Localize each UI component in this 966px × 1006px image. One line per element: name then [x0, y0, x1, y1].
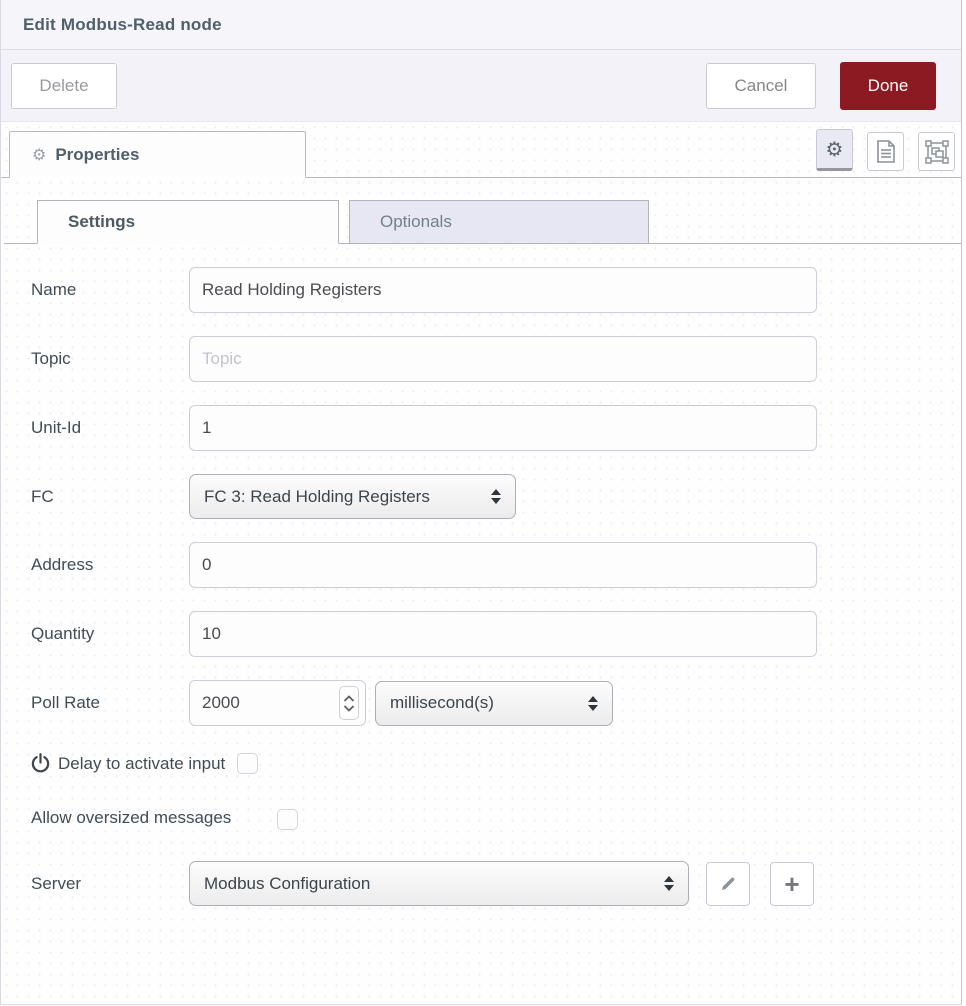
oversized-row: Allow oversized messages	[31, 801, 961, 834]
quantity-label: Quantity	[31, 624, 189, 644]
unit-id-input[interactable]	[189, 405, 817, 451]
select-arrows-icon	[491, 489, 501, 504]
appearance-icon	[925, 140, 949, 164]
fc-row: FC FC 3: Read Holding Registers	[31, 474, 961, 519]
tab-properties[interactable]: ⚙ Properties	[9, 131, 306, 178]
gear-icon: ⚙	[826, 137, 844, 161]
quantity-row: Quantity	[31, 611, 961, 657]
dialog-header: Edit Modbus-Read node	[1, 0, 961, 50]
server-select-value: Modbus Configuration	[204, 874, 654, 894]
editor-icon-buttons: ⚙	[816, 129, 955, 177]
properties-panel: Settings Optionals Name Topic Unit-Id	[1, 178, 961, 906]
delay-checkbox[interactable]	[237, 753, 258, 774]
unit-id-row: Unit-Id	[31, 405, 961, 451]
description-icon	[876, 140, 896, 164]
poll-rate-label: Poll Rate	[31, 693, 189, 713]
edit-server-button[interactable]	[706, 862, 750, 906]
appearance-button[interactable]	[918, 132, 955, 171]
plus-icon: +	[784, 871, 799, 897]
server-select[interactable]: Modbus Configuration	[189, 861, 689, 906]
name-input[interactable]	[189, 267, 817, 313]
oversized-checkbox[interactable]	[277, 809, 298, 830]
select-arrows-icon	[588, 696, 598, 711]
address-input[interactable]	[189, 542, 817, 588]
fc-label: FC	[31, 487, 189, 507]
tab-optionals[interactable]: Optionals	[349, 200, 649, 244]
name-label: Name	[31, 280, 189, 300]
power-icon	[31, 753, 50, 774]
fc-select-value: FC 3: Read Holding Registers	[204, 487, 481, 507]
add-server-button[interactable]: +	[770, 862, 814, 906]
edit-node-dialog: Edit Modbus-Read node Delete Cancel Done…	[0, 0, 962, 1005]
topic-row: Topic	[31, 336, 961, 382]
delay-label: Delay to activate input	[58, 754, 225, 774]
topic-input[interactable]	[189, 336, 817, 382]
server-row: Server Modbus Configuration +	[31, 861, 961, 906]
done-button[interactable]: Done	[840, 62, 936, 110]
optionals-tab-label: Optionals	[380, 212, 452, 232]
editor-body: ⚙ Properties ⚙	[1, 122, 961, 1004]
delete-button[interactable]: Delete	[11, 63, 117, 109]
oversized-label: Allow oversized messages	[31, 801, 277, 834]
cancel-button[interactable]: Cancel	[706, 63, 816, 109]
stepper-icon[interactable]	[339, 686, 359, 720]
poll-rate-input-wrap	[189, 680, 366, 726]
unit-id-label: Unit-Id	[31, 418, 189, 438]
poll-rate-unit-value: millisecond(s)	[390, 693, 578, 713]
editor-tab-bar: ⚙ Properties ⚙	[1, 122, 961, 178]
poll-rate-row: Poll Rate millisecond(s)	[31, 680, 961, 726]
name-row: Name	[31, 267, 961, 313]
properties-tab-label: Properties	[55, 145, 139, 165]
description-button[interactable]	[867, 132, 904, 171]
page-title: Edit Modbus-Read node	[23, 15, 222, 35]
tab-settings[interactable]: Settings	[37, 200, 339, 244]
poll-rate-unit-select[interactable]: millisecond(s)	[375, 681, 613, 726]
quantity-input[interactable]	[189, 611, 817, 657]
settings-optionals-tabs: Settings Optionals	[4, 199, 961, 244]
pencil-icon	[719, 875, 737, 893]
settings-tab-label: Settings	[68, 212, 135, 232]
topic-label: Topic	[31, 349, 189, 369]
fc-select[interactable]: FC 3: Read Holding Registers	[189, 474, 516, 519]
dialog-toolbar: Delete Cancel Done	[1, 50, 961, 122]
edit-properties-button[interactable]: ⚙	[816, 129, 853, 171]
address-row: Address	[31, 542, 961, 588]
address-label: Address	[31, 555, 189, 575]
server-label: Server	[31, 874, 189, 894]
select-arrows-icon	[664, 876, 674, 891]
poll-rate-input[interactable]	[202, 693, 339, 713]
delay-row: Delay to activate input	[31, 753, 961, 774]
gear-icon: ⚙	[32, 145, 46, 164]
